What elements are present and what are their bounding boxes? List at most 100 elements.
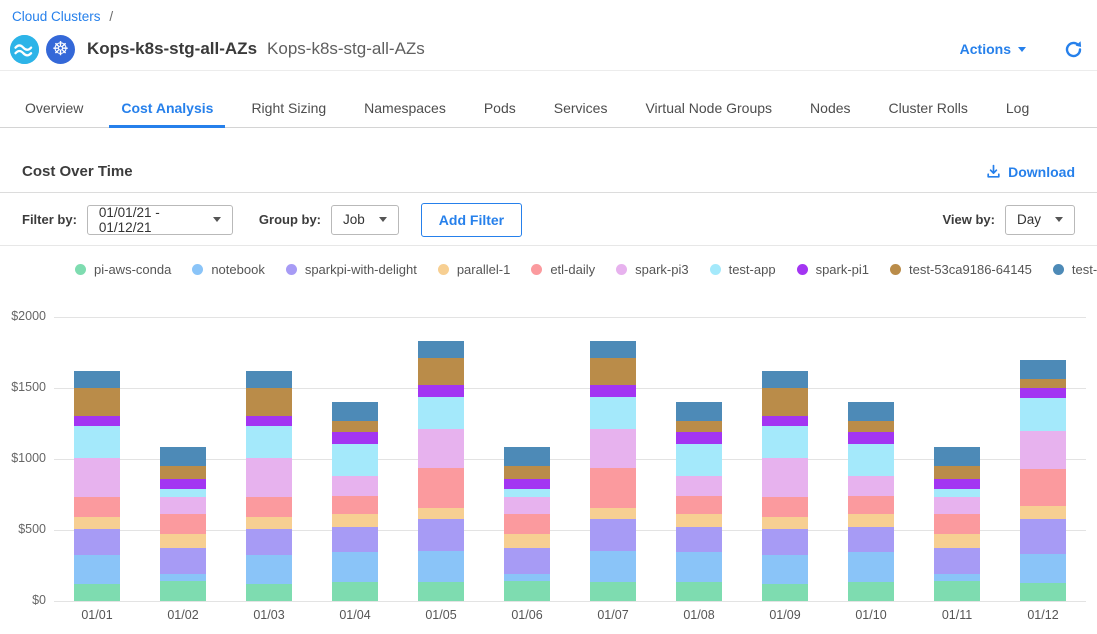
bar-segment-pi-aws-conda-01-05[interactable] bbox=[418, 582, 464, 601]
bar-segment-test-pkix-01-08[interactable] bbox=[676, 402, 722, 421]
bar-segment-pi-aws-conda-01-10[interactable] bbox=[848, 582, 894, 601]
bar-segment-spark-pi1-01-11[interactable] bbox=[934, 479, 980, 489]
bar-segment-spark-pi3-01-02[interactable] bbox=[160, 497, 206, 514]
bar-segment-test-app-01-07[interactable] bbox=[590, 397, 636, 429]
bar-segment-notebook-01-03[interactable] bbox=[246, 555, 292, 584]
bar-segment-sparkpi-with-delight-01-06[interactable] bbox=[504, 548, 550, 574]
bar-segment-spark-pi1-01-05[interactable] bbox=[418, 385, 464, 397]
bar-segment-etl-daily-01-10[interactable] bbox=[848, 496, 894, 514]
bar-segment-sparkpi-with-delight-01-05[interactable] bbox=[418, 519, 464, 551]
bar-segment-pi-aws-conda-01-03[interactable] bbox=[246, 584, 292, 601]
legend-item-spark-pi3[interactable]: spark-pi3 bbox=[616, 262, 688, 277]
bar-segment-notebook-01-06[interactable] bbox=[504, 574, 550, 581]
refresh-button[interactable] bbox=[1064, 40, 1083, 59]
legend-item-parallel-1[interactable]: parallel-1 bbox=[438, 262, 510, 277]
bar-segment-pi-aws-conda-01-04[interactable] bbox=[332, 582, 378, 601]
bar-segment-parallel-1-01-05[interactable] bbox=[418, 508, 464, 519]
bar-segment-pi-aws-conda-01-02[interactable] bbox=[160, 581, 206, 601]
bar-segment-spark-pi3-01-05[interactable] bbox=[418, 429, 464, 468]
bar-segment-test-53ca9186-64145-01-01[interactable] bbox=[74, 388, 120, 416]
bar-segment-spark-pi3-01-06[interactable] bbox=[504, 497, 550, 514]
tab-log[interactable]: Log bbox=[994, 100, 1041, 127]
bar-segment-pi-aws-conda-01-06[interactable] bbox=[504, 581, 550, 601]
bar-segment-spark-pi3-01-12[interactable] bbox=[1020, 431, 1066, 469]
bar-segment-spark-pi3-01-01[interactable] bbox=[74, 458, 120, 497]
bar-segment-notebook-01-02[interactable] bbox=[160, 574, 206, 581]
tab-right-sizing[interactable]: Right Sizing bbox=[239, 100, 338, 127]
bar-segment-sparkpi-with-delight-01-01[interactable] bbox=[74, 529, 120, 555]
bar-segment-etl-daily-01-01[interactable] bbox=[74, 497, 120, 517]
bar-segment-spark-pi3-01-03[interactable] bbox=[246, 458, 292, 497]
bar-segment-etl-daily-01-07[interactable] bbox=[590, 468, 636, 508]
bar-segment-spark-pi1-01-01[interactable] bbox=[74, 416, 120, 426]
legend-item-test-53ca9186-64145[interactable]: test-53ca9186-64145 bbox=[890, 262, 1032, 277]
view-by-select[interactable]: Day bbox=[1005, 205, 1075, 235]
bar-segment-spark-pi1-01-08[interactable] bbox=[676, 432, 722, 444]
bar-segment-sparkpi-with-delight-01-07[interactable] bbox=[590, 519, 636, 551]
bar-segment-notebook-01-04[interactable] bbox=[332, 552, 378, 582]
bar-segment-test-app-01-03[interactable] bbox=[246, 426, 292, 458]
bar-segment-test-pkix-01-06[interactable] bbox=[504, 447, 550, 466]
bar-segment-pi-aws-conda-01-12[interactable] bbox=[1020, 583, 1066, 601]
bar-segment-test-pkix-01-01[interactable] bbox=[74, 371, 120, 388]
tab-nodes[interactable]: Nodes bbox=[798, 100, 862, 127]
breadcrumb-cloud-clusters[interactable]: Cloud Clusters bbox=[12, 9, 101, 24]
bar-segment-test-app-01-08[interactable] bbox=[676, 444, 722, 476]
bar-segment-test-53ca9186-64145-01-05[interactable] bbox=[418, 358, 464, 385]
bar-segment-test-53ca9186-64145-01-03[interactable] bbox=[246, 388, 292, 416]
legend-item-test-app[interactable]: test-app bbox=[710, 262, 776, 277]
bar-segment-test-app-01-10[interactable] bbox=[848, 444, 894, 476]
bar-segment-spark-pi1-01-09[interactable] bbox=[762, 416, 808, 426]
tab-namespaces[interactable]: Namespaces bbox=[352, 100, 458, 127]
bar-segment-sparkpi-with-delight-01-11[interactable] bbox=[934, 548, 980, 574]
bar-segment-test-app-01-11[interactable] bbox=[934, 489, 980, 497]
bar-segment-etl-daily-01-02[interactable] bbox=[160, 514, 206, 534]
bar-segment-test-app-01-06[interactable] bbox=[504, 489, 550, 497]
bar-segment-pi-aws-conda-01-09[interactable] bbox=[762, 584, 808, 601]
tab-cluster-rolls[interactable]: Cluster Rolls bbox=[877, 100, 980, 127]
bar-segment-test-pkix-01-02[interactable] bbox=[160, 447, 206, 466]
bar-segment-test-53ca9186-64145-01-10[interactable] bbox=[848, 421, 894, 432]
legend-item-etl-daily[interactable]: etl-daily bbox=[531, 262, 595, 277]
bar-segment-parallel-1-01-11[interactable] bbox=[934, 534, 980, 548]
bar-segment-parallel-1-01-10[interactable] bbox=[848, 514, 894, 527]
legend-item-spark-pi1[interactable]: spark-pi1 bbox=[797, 262, 869, 277]
legend-item-test-pkix[interactable]: test-pkix bbox=[1053, 262, 1097, 277]
date-range-select[interactable]: 01/01/21 - 01/12/21 bbox=[87, 205, 233, 235]
bar-segment-parallel-1-01-09[interactable] bbox=[762, 517, 808, 529]
bar-segment-test-53ca9186-64145-01-07[interactable] bbox=[590, 358, 636, 385]
bar-segment-test-pkix-01-05[interactable] bbox=[418, 341, 464, 358]
bar-segment-test-pkix-01-11[interactable] bbox=[934, 447, 980, 466]
bar-segment-test-53ca9186-64145-01-04[interactable] bbox=[332, 421, 378, 432]
bar-segment-etl-daily-01-08[interactable] bbox=[676, 496, 722, 514]
bar-segment-test-app-01-04[interactable] bbox=[332, 444, 378, 476]
bar-segment-sparkpi-with-delight-01-08[interactable] bbox=[676, 527, 722, 552]
bar-segment-spark-pi3-01-09[interactable] bbox=[762, 458, 808, 497]
bar-segment-test-53ca9186-64145-01-12[interactable] bbox=[1020, 379, 1066, 388]
bar-segment-pi-aws-conda-01-01[interactable] bbox=[74, 584, 120, 601]
bar-segment-test-pkix-01-10[interactable] bbox=[848, 402, 894, 421]
legend-item-notebook[interactable]: notebook bbox=[192, 262, 265, 277]
bar-segment-parallel-1-01-07[interactable] bbox=[590, 508, 636, 519]
bar-segment-pi-aws-conda-01-07[interactable] bbox=[590, 582, 636, 601]
bar-segment-etl-daily-01-04[interactable] bbox=[332, 496, 378, 514]
bar-segment-test-53ca9186-64145-01-11[interactable] bbox=[934, 466, 980, 479]
bar-segment-spark-pi3-01-04[interactable] bbox=[332, 476, 378, 496]
bar-segment-test-pkix-01-12[interactable] bbox=[1020, 360, 1066, 379]
bar-segment-test-pkix-01-03[interactable] bbox=[246, 371, 292, 388]
bar-segment-notebook-01-05[interactable] bbox=[418, 551, 464, 582]
bar-segment-notebook-01-01[interactable] bbox=[74, 555, 120, 584]
bar-segment-parallel-1-01-06[interactable] bbox=[504, 534, 550, 548]
tab-overview[interactable]: Overview bbox=[13, 100, 95, 127]
bar-segment-spark-pi1-01-06[interactable] bbox=[504, 479, 550, 489]
bar-segment-test-pkix-01-07[interactable] bbox=[590, 341, 636, 358]
bar-segment-sparkpi-with-delight-01-02[interactable] bbox=[160, 548, 206, 574]
bar-segment-test-app-01-12[interactable] bbox=[1020, 398, 1066, 431]
bar-segment-pi-aws-conda-01-08[interactable] bbox=[676, 582, 722, 601]
bar-segment-sparkpi-with-delight-01-10[interactable] bbox=[848, 527, 894, 552]
bar-segment-etl-daily-01-05[interactable] bbox=[418, 468, 464, 508]
bar-segment-etl-daily-01-09[interactable] bbox=[762, 497, 808, 517]
bar-segment-etl-daily-01-06[interactable] bbox=[504, 514, 550, 534]
legend-item-sparkpi-with-delight[interactable]: sparkpi-with-delight bbox=[286, 262, 417, 277]
legend-item-pi-aws-conda[interactable]: pi-aws-conda bbox=[75, 262, 171, 277]
